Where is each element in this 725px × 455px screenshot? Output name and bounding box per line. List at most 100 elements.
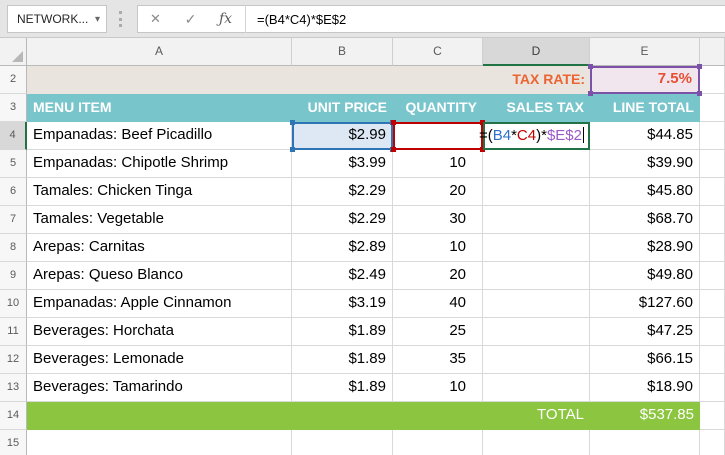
column-header-e[interactable]: E [590, 38, 700, 66]
cell-c13[interactable]: 10 [393, 374, 483, 402]
cell-a7[interactable]: Tamales: Vegetable [27, 206, 292, 234]
cell-e9[interactable]: $49.80 [590, 262, 700, 290]
cell-f5[interactable] [700, 150, 725, 178]
row-header-2[interactable]: 2 [0, 66, 27, 94]
cell-b4[interactable]: $2.99 [292, 122, 393, 150]
cell-a3-header[interactable]: MENU ITEM [27, 94, 292, 122]
cancel-icon[interactable]: ✕ [138, 11, 173, 27]
cell-e6[interactable]: $45.80 [590, 178, 700, 206]
cell-f6[interactable] [700, 178, 725, 206]
cell-b3-header[interactable]: UNIT PRICE [292, 94, 393, 122]
cell-b11[interactable]: $1.89 [292, 318, 393, 346]
cell-f2[interactable] [700, 66, 725, 94]
cell-b6[interactable]: $2.29 [292, 178, 393, 206]
cell-d7[interactable] [483, 206, 590, 234]
cell-d2-tax-rate-label[interactable]: TAX RATE: [483, 66, 590, 94]
row-header-10[interactable]: 10 [0, 290, 27, 318]
column-header-b[interactable]: B [292, 38, 393, 66]
cell-f13[interactable] [700, 374, 725, 402]
cell-a12[interactable]: Beverages: Lemonade [27, 346, 292, 374]
cell-c8[interactable]: 10 [393, 234, 483, 262]
row-header-15[interactable]: 15 [0, 430, 27, 455]
row-header-11[interactable]: 11 [0, 318, 27, 346]
cell-b5[interactable]: $3.99 [292, 150, 393, 178]
select-all-corner[interactable] [0, 38, 27, 66]
row-header-9[interactable]: 9 [0, 262, 27, 290]
cell-d6[interactable] [483, 178, 590, 206]
cell-c12[interactable]: 35 [393, 346, 483, 374]
cell-e15[interactable] [590, 430, 700, 455]
formula-input[interactable]: =(B4*C4)*$E$2 [246, 12, 725, 27]
cell-b7[interactable]: $2.29 [292, 206, 393, 234]
column-header-f[interactable] [700, 38, 725, 66]
chevron-down-icon[interactable]: ▾ [95, 14, 100, 25]
cell-f9[interactable] [700, 262, 725, 290]
column-header-d[interactable]: D [483, 38, 590, 66]
column-header-a[interactable]: A [27, 38, 292, 66]
cell-f3[interactable] [700, 94, 725, 122]
row-header-14[interactable]: 14 [0, 402, 27, 430]
cell-c9[interactable]: 20 [393, 262, 483, 290]
enter-icon[interactable]: ✓ [173, 11, 208, 28]
cell-c15[interactable] [393, 430, 483, 455]
cell-a11[interactable]: Beverages: Horchata [27, 318, 292, 346]
name-box[interactable]: NETWORK... ▾ [7, 5, 107, 33]
insert-function-icon[interactable]: ƒx [208, 11, 243, 27]
cell-d10[interactable] [483, 290, 590, 318]
row-header-4[interactable]: 4 [0, 122, 27, 150]
row-header-7[interactable]: 7 [0, 206, 27, 234]
cell-b14[interactable] [292, 402, 393, 430]
cell-a5[interactable]: Empanadas: Chipotle Shrimp [27, 150, 292, 178]
cell-e8[interactable]: $28.90 [590, 234, 700, 262]
cell-f15[interactable] [700, 430, 725, 455]
cell-b13[interactable]: $1.89 [292, 374, 393, 402]
cell-f11[interactable] [700, 318, 725, 346]
cell-d5[interactable] [483, 150, 590, 178]
cell-d14-total-label[interactable]: TOTAL [483, 402, 590, 430]
cell-f7[interactable] [700, 206, 725, 234]
row-header-6[interactable]: 6 [0, 178, 27, 206]
cell-d9[interactable] [483, 262, 590, 290]
cell-d12[interactable] [483, 346, 590, 374]
cell-b2[interactable] [292, 66, 393, 94]
cell-e13[interactable]: $18.90 [590, 374, 700, 402]
cell-b9[interactable]: $2.49 [292, 262, 393, 290]
cell-c5[interactable]: 10 [393, 150, 483, 178]
cell-a15[interactable] [27, 430, 292, 455]
cell-d8[interactable] [483, 234, 590, 262]
row-header-3[interactable]: 3 [0, 94, 27, 122]
cell-e11[interactable]: $47.25 [590, 318, 700, 346]
cell-d13[interactable] [483, 374, 590, 402]
column-header-c[interactable]: C [393, 38, 483, 66]
cell-a10[interactable]: Empanadas: Apple Cinnamon [27, 290, 292, 318]
cell-c11[interactable]: 25 [393, 318, 483, 346]
cell-f12[interactable] [700, 346, 725, 374]
cell-d11[interactable] [483, 318, 590, 346]
cell-e3-header[interactable]: LINE TOTAL [590, 94, 700, 122]
cell-formula-editor[interactable]: =(B4*C4)*$E$2 [398, 123, 584, 149]
cell-c10[interactable]: 40 [393, 290, 483, 318]
cell-e7[interactable]: $68.70 [590, 206, 700, 234]
cell-e12[interactable]: $66.15 [590, 346, 700, 374]
cell-b15[interactable] [292, 430, 393, 455]
cell-f4[interactable] [700, 122, 725, 150]
cell-a6[interactable]: Tamales: Chicken Tinga [27, 178, 292, 206]
cell-c14[interactable] [393, 402, 483, 430]
cell-b12[interactable]: $1.89 [292, 346, 393, 374]
row-header-13[interactable]: 13 [0, 374, 27, 402]
cell-e2-tax-rate-value[interactable]: 7.5% [590, 66, 700, 94]
row-header-8[interactable]: 8 [0, 234, 27, 262]
cell-a14[interactable] [27, 402, 292, 430]
row-header-5[interactable]: 5 [0, 150, 27, 178]
cell-e14-total-value[interactable]: $537.85 [590, 402, 700, 430]
cell-e5[interactable]: $39.90 [590, 150, 700, 178]
cell-b8[interactable]: $2.89 [292, 234, 393, 262]
row-header-12[interactable]: 12 [0, 346, 27, 374]
cell-a4[interactable]: Empanadas: Beef Picadillo [27, 122, 292, 150]
cell-a2[interactable] [27, 66, 292, 94]
cell-c7[interactable]: 30 [393, 206, 483, 234]
cell-a9[interactable]: Arepas: Queso Blanco [27, 262, 292, 290]
cell-a13[interactable]: Beverages: Tamarindo [27, 374, 292, 402]
cell-e4[interactable]: $44.85 [590, 122, 700, 150]
cell-c2[interactable] [393, 66, 483, 94]
